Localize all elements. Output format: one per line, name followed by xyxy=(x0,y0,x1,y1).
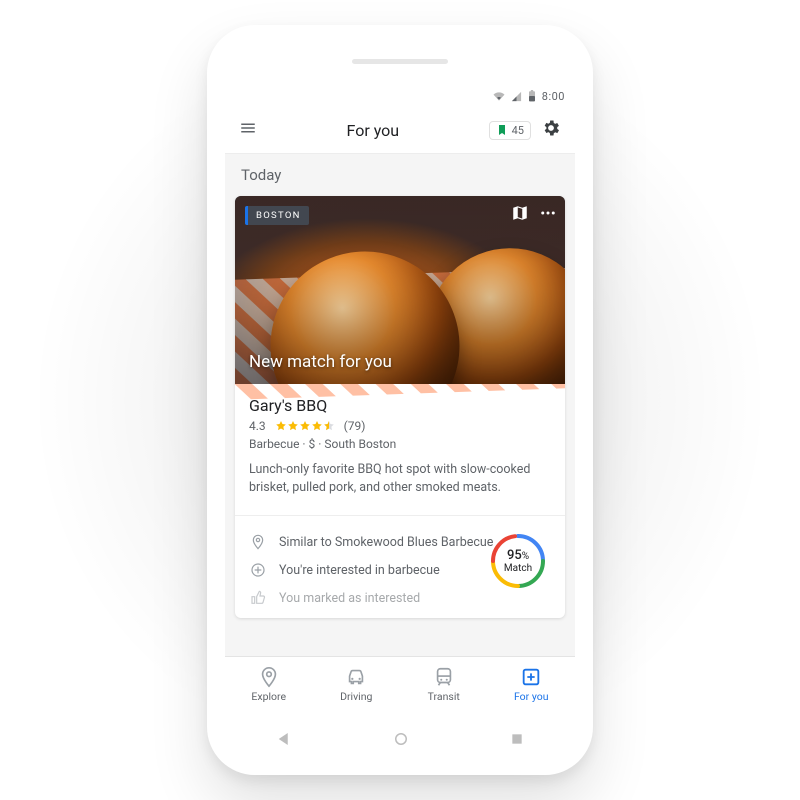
more-icon[interactable] xyxy=(539,204,557,226)
reason-label: You're interested in barbecue xyxy=(279,563,440,578)
home-key-icon[interactable] xyxy=(392,730,410,748)
app-bar: For you 45 xyxy=(225,107,575,154)
reason-label: You marked as interested xyxy=(279,591,420,606)
pin-outline-icon xyxy=(258,666,280,688)
settings-icon[interactable] xyxy=(541,118,561,142)
nav-explore[interactable]: Explore xyxy=(225,657,313,711)
match-label: Match xyxy=(504,563,532,574)
rating-count: (79) xyxy=(344,419,366,433)
thumbs-up-icon xyxy=(249,590,267,606)
rating-row: 4.3 xyxy=(249,419,551,433)
reason-label: Similar to Smokewood Blues Barbecue xyxy=(279,535,493,550)
place-category: Barbecue xyxy=(249,437,299,451)
recents-key-icon[interactable] xyxy=(509,731,525,747)
car-icon xyxy=(345,666,367,688)
nav-for-you[interactable]: For you xyxy=(488,657,576,711)
battery-icon xyxy=(528,90,536,102)
saved-places-badge[interactable]: 45 xyxy=(489,121,531,140)
phone-speaker xyxy=(352,59,448,64)
status-time: 8:00 xyxy=(542,90,565,103)
bookmark-icon xyxy=(496,124,508,136)
card-hero-image: BOSTON New match for you xyxy=(235,196,565,384)
phone-frame: 8:00 For you 45 Today xyxy=(207,25,593,775)
nav-label: For you xyxy=(514,690,549,703)
nav-label: Driving xyxy=(340,690,372,703)
nav-label: Transit xyxy=(428,690,460,703)
nav-driving[interactable]: Driving xyxy=(313,657,401,711)
section-today-header: Today xyxy=(225,154,575,196)
match-text: 95% Match xyxy=(489,532,547,590)
saved-count: 45 xyxy=(512,124,524,137)
plus-circle-icon xyxy=(249,562,267,578)
rating-value: 4.3 xyxy=(249,419,266,433)
android-navbar xyxy=(225,719,575,759)
menu-icon[interactable] xyxy=(239,119,257,141)
back-key-icon[interactable] xyxy=(275,730,293,748)
reasons-section: Similar to Smokewood Blues Barbecue You'… xyxy=(235,526,565,618)
divider xyxy=(235,515,565,516)
place-name: Gary's BBQ xyxy=(249,396,551,415)
hero-caption: New match for you xyxy=(249,352,392,372)
match-percent: 95 xyxy=(507,548,522,563)
transit-icon xyxy=(433,666,455,688)
map-icon[interactable] xyxy=(511,204,529,226)
cell-signal-icon xyxy=(511,91,522,102)
nav-transit[interactable]: Transit xyxy=(400,657,488,711)
place-description: Lunch-only favorite BBQ hot spot with sl… xyxy=(249,461,551,497)
place-meta: Barbecue · $ · South Boston xyxy=(249,437,551,451)
card-body: Gary's BBQ 4.3 xyxy=(235,384,565,505)
pin-icon xyxy=(249,534,267,550)
status-bar: 8:00 xyxy=(225,85,575,107)
wifi-icon xyxy=(493,91,505,102)
bottom-nav: Explore Driving Transit For you xyxy=(225,656,575,711)
place-card[interactable]: BOSTON New match for you Gary's BBQ xyxy=(235,196,565,618)
app-screen: 8:00 For you 45 Today xyxy=(225,85,575,711)
rating-stars-icon xyxy=(272,420,338,432)
nav-label: Explore xyxy=(251,690,286,703)
page-title: For you xyxy=(257,121,489,140)
place-area: South Boston xyxy=(324,437,396,451)
location-chip[interactable]: BOSTON xyxy=(245,206,309,225)
for-you-icon xyxy=(520,666,542,688)
match-score-ring[interactable]: 95% Match xyxy=(489,532,547,590)
